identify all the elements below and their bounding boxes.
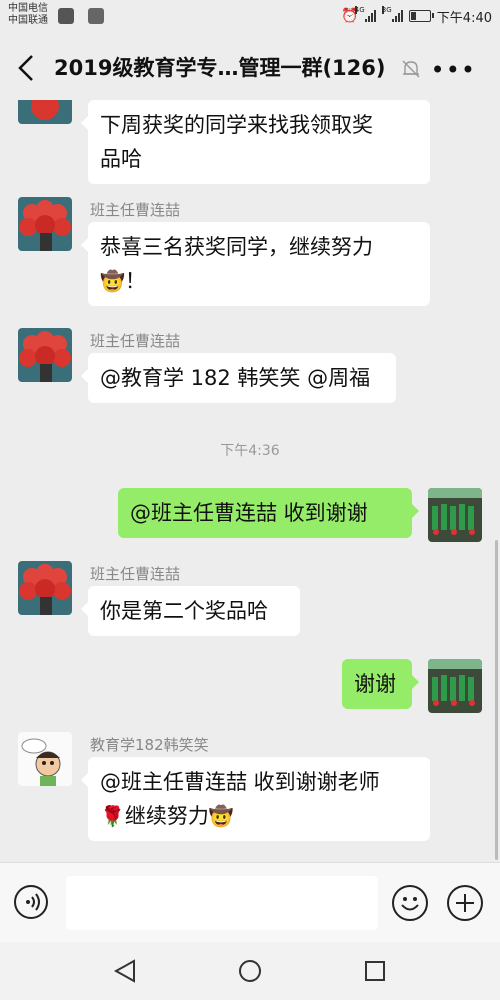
message-bubble-self[interactable]: @班主任曹连喆 收到谢谢 (118, 488, 419, 538)
self-avatar[interactable] (428, 659, 482, 713)
avatar[interactable] (18, 197, 72, 251)
nav-recents-icon[interactable] (362, 958, 388, 984)
message-bubble[interactable]: @教育学 182 韩笑笑 @周福 (81, 353, 396, 403)
message-input[interactable] (66, 876, 378, 930)
avatar[interactable] (18, 561, 72, 615)
timestamp: 下午4:36 (220, 443, 280, 459)
plus-icon[interactable] (447, 885, 483, 921)
status-right: ⏰ 4G 3G 下午4:40 (341, 6, 492, 26)
gallery-notification-icon (88, 8, 104, 24)
nav-home-icon[interactable] (237, 958, 263, 984)
sender-name: 班主任曹连喆 (90, 201, 181, 219)
signal-3g-icon: 3G (381, 6, 403, 22)
more-options-icon[interactable]: ••• (431, 56, 476, 84)
carrier-names: 中国电信 中国联通 (8, 3, 48, 27)
status-bar: 中国电信 中国联通 ⏰ 4G 3G 下午4:40 (0, 0, 500, 34)
message-bubble[interactable]: 恭喜三名获奖同学，继续努力 🤠！ (81, 222, 430, 306)
rose-emoji-icon: 🌹 (100, 804, 125, 828)
nav-back-icon[interactable] (112, 958, 138, 984)
sender-name: 班主任曹连喆 (90, 332, 181, 350)
input-bar (0, 862, 500, 943)
emoji-smirk-icon: 🤠 (208, 804, 234, 828)
carrier-1: 中国电信 (8, 3, 48, 14)
back-arrow-icon[interactable] (16, 54, 36, 82)
system-nav-bar (0, 942, 500, 1000)
mute-bell-icon (402, 60, 420, 78)
chat-header: 2019级教育学专…管理一群(126) ••• (0, 34, 500, 100)
carrier-2: 中国联通 (8, 15, 48, 26)
sender-name: 教育学182韩笑笑 (90, 736, 209, 754)
self-avatar[interactable] (428, 488, 482, 542)
signal-4g-icon: 4G (354, 6, 376, 22)
clock: 下午4:40 (436, 10, 492, 26)
sender-name: 班主任曹连喆 (90, 565, 181, 583)
emoji-smirk-icon: 🤠 (100, 269, 125, 293)
emoji-icon[interactable] (392, 885, 428, 921)
battery-icon (408, 10, 434, 22)
chat-title: 2019级教育学专…管理一群(126) (54, 56, 386, 80)
avatar[interactable] (18, 328, 72, 382)
notification-app-icon (58, 8, 74, 24)
message-bubble[interactable]: @班主任曹连喆 收到谢谢老师 🌹继续努力🤠 (81, 757, 430, 841)
voice-input-icon[interactable] (14, 885, 48, 919)
avatar[interactable] (18, 100, 72, 124)
message-bubble[interactable]: 你是第二个奖品哈 (81, 586, 300, 636)
scrollbar[interactable] (495, 540, 498, 860)
avatar[interactable] (18, 732, 72, 786)
message-bubble-self[interactable]: 谢谢 (342, 659, 419, 709)
message-bubble[interactable]: 下周获奖的同学来找我领取奖 品哈 (81, 100, 430, 184)
message-list[interactable]: 下周获奖的同学来找我领取奖 品哈 班主任曹连喆 恭喜三名获奖同学，继续努力 🤠！… (0, 100, 500, 862)
